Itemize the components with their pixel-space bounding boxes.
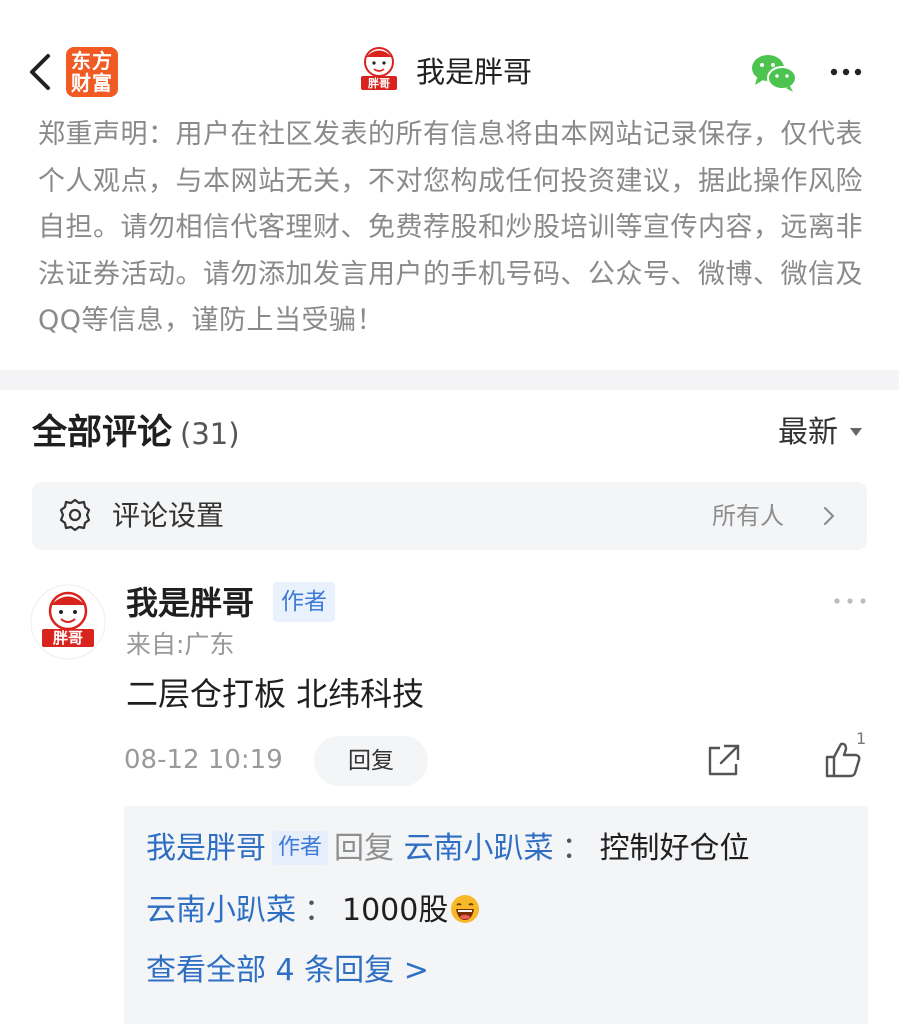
author-badge: 作者 xyxy=(272,831,329,865)
user-avatar-small[interactable]: 胖哥 xyxy=(358,46,400,92)
reply-button[interactable]: 回复 xyxy=(314,736,428,786)
chevron-right-icon xyxy=(824,507,834,525)
top-bar: 东方 财富 胖哥 我是胖哥 xyxy=(0,0,899,118)
reply-action: 回复 xyxy=(334,831,395,866)
comment-timestamp: 08-12 10:19 xyxy=(124,745,283,775)
avatar-text: 胖哥 xyxy=(53,629,83,647)
more-horizontal-icon[interactable] xyxy=(832,596,868,606)
reply-target[interactable]: 云南小趴菜 xyxy=(404,831,554,866)
comments-heading: 全部评论 (31) xyxy=(32,408,240,459)
caret-down-icon xyxy=(850,428,862,436)
page-title: 我是胖哥 xyxy=(416,55,533,89)
comment-body: 二层仓打板 北纬科技 xyxy=(126,675,425,713)
reply-item: 云南小趴菜： 1000股 xyxy=(146,888,480,934)
replies-panel: 我是胖哥 作者 回复 云南小趴菜：控制好仓位 云南小趴菜： 1000股 查看全部 4 … xyxy=(124,806,868,1024)
chevron-left-icon[interactable] xyxy=(26,52,56,92)
avatar[interactable]: 胖哥 xyxy=(30,584,106,660)
reply-author[interactable]: 云南小趴菜 xyxy=(146,893,296,928)
share-icon[interactable] xyxy=(704,742,742,780)
comments-title: 全部评论 xyxy=(32,413,173,453)
section-divider xyxy=(0,370,899,390)
reply-item: 我是胖哥 作者 回复 云南小趴菜：控制好仓位 xyxy=(146,826,750,872)
laughing-face-emoji xyxy=(451,895,480,923)
reply-text: 1000股 xyxy=(342,893,449,928)
comment-settings-row[interactable]: 评论设置 所有人 xyxy=(32,482,867,550)
reply-colon: ： xyxy=(561,831,592,866)
head-avatar-text: 胖哥 xyxy=(368,76,390,90)
eastmoney-logo[interactable]: 东方 财富 xyxy=(66,47,118,97)
comment-author[interactable]: 我是胖哥 xyxy=(126,580,254,626)
gear-icon xyxy=(59,498,91,532)
reply-text: 控制好仓位 xyxy=(599,831,750,866)
reply-colon: ： xyxy=(304,893,334,928)
more-horizontal-icon[interactable] xyxy=(826,60,866,84)
author-badge: 作者 xyxy=(273,582,335,622)
sort-dropdown[interactable]: 最新 xyxy=(778,412,838,454)
logo-line-2: 财富 xyxy=(71,71,113,95)
disclaimer-text: 郑重声明：用户在社区发表的所有信息将由本网站记录保存，仅代表个人观点，与本网站无… xyxy=(38,119,863,336)
logo-line-1: 东方 xyxy=(71,49,113,73)
reply-author[interactable]: 我是胖哥 xyxy=(146,831,266,866)
comments-count: (31) xyxy=(180,417,240,451)
like-count: 1 xyxy=(856,729,867,748)
comment-location: 来自:广东 xyxy=(126,630,235,659)
comment-settings-label: 评论设置 xyxy=(112,499,225,532)
wechat-icon[interactable] xyxy=(750,52,798,94)
comment-settings-value: 所有人 xyxy=(712,502,784,530)
view-all-replies-link[interactable]: 查看全部 4 条回复 > xyxy=(146,948,429,994)
